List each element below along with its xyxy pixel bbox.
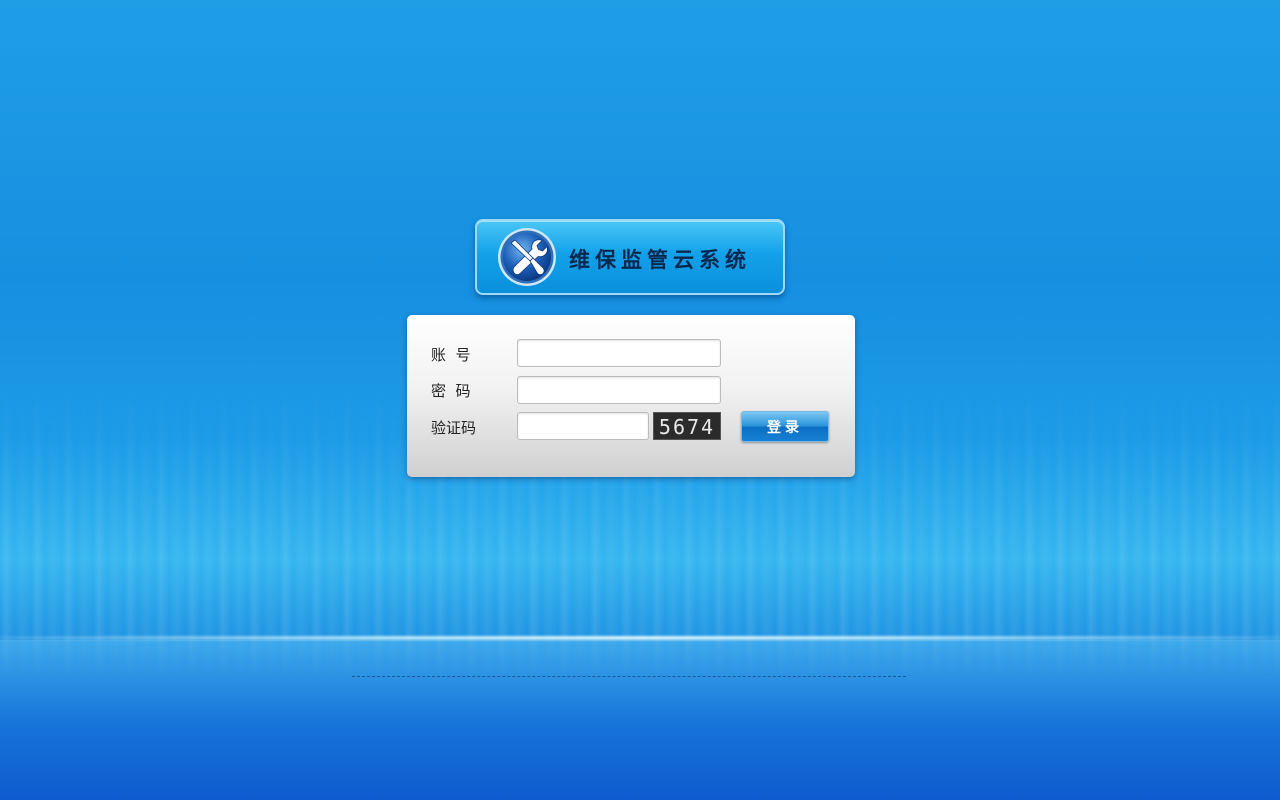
password-label: 密 码 bbox=[431, 382, 471, 400]
login-panel: 账 号 密 码 验证码 5674 登录 bbox=[407, 315, 855, 477]
background-horizon-line bbox=[0, 636, 1280, 640]
account-label: 账 号 bbox=[431, 346, 471, 364]
captcha-label: 验证码 bbox=[431, 419, 477, 437]
footer-divider bbox=[352, 676, 906, 677]
account-input[interactable] bbox=[517, 339, 721, 367]
login-page: 维保监管云系统 账 号 密 码 验证码 5674 登录 bbox=[0, 0, 1280, 800]
app-title: 维保监管云系统 bbox=[569, 248, 751, 272]
password-input[interactable] bbox=[517, 376, 721, 404]
title-badge: 维保监管云系统 bbox=[475, 219, 785, 295]
captcha-input[interactable] bbox=[517, 412, 649, 440]
login-button[interactable]: 登录 bbox=[741, 411, 829, 442]
background-haze bbox=[0, 640, 1280, 800]
captcha-image[interactable]: 5674 bbox=[653, 412, 721, 440]
wrench-screwdriver-icon bbox=[498, 228, 556, 286]
